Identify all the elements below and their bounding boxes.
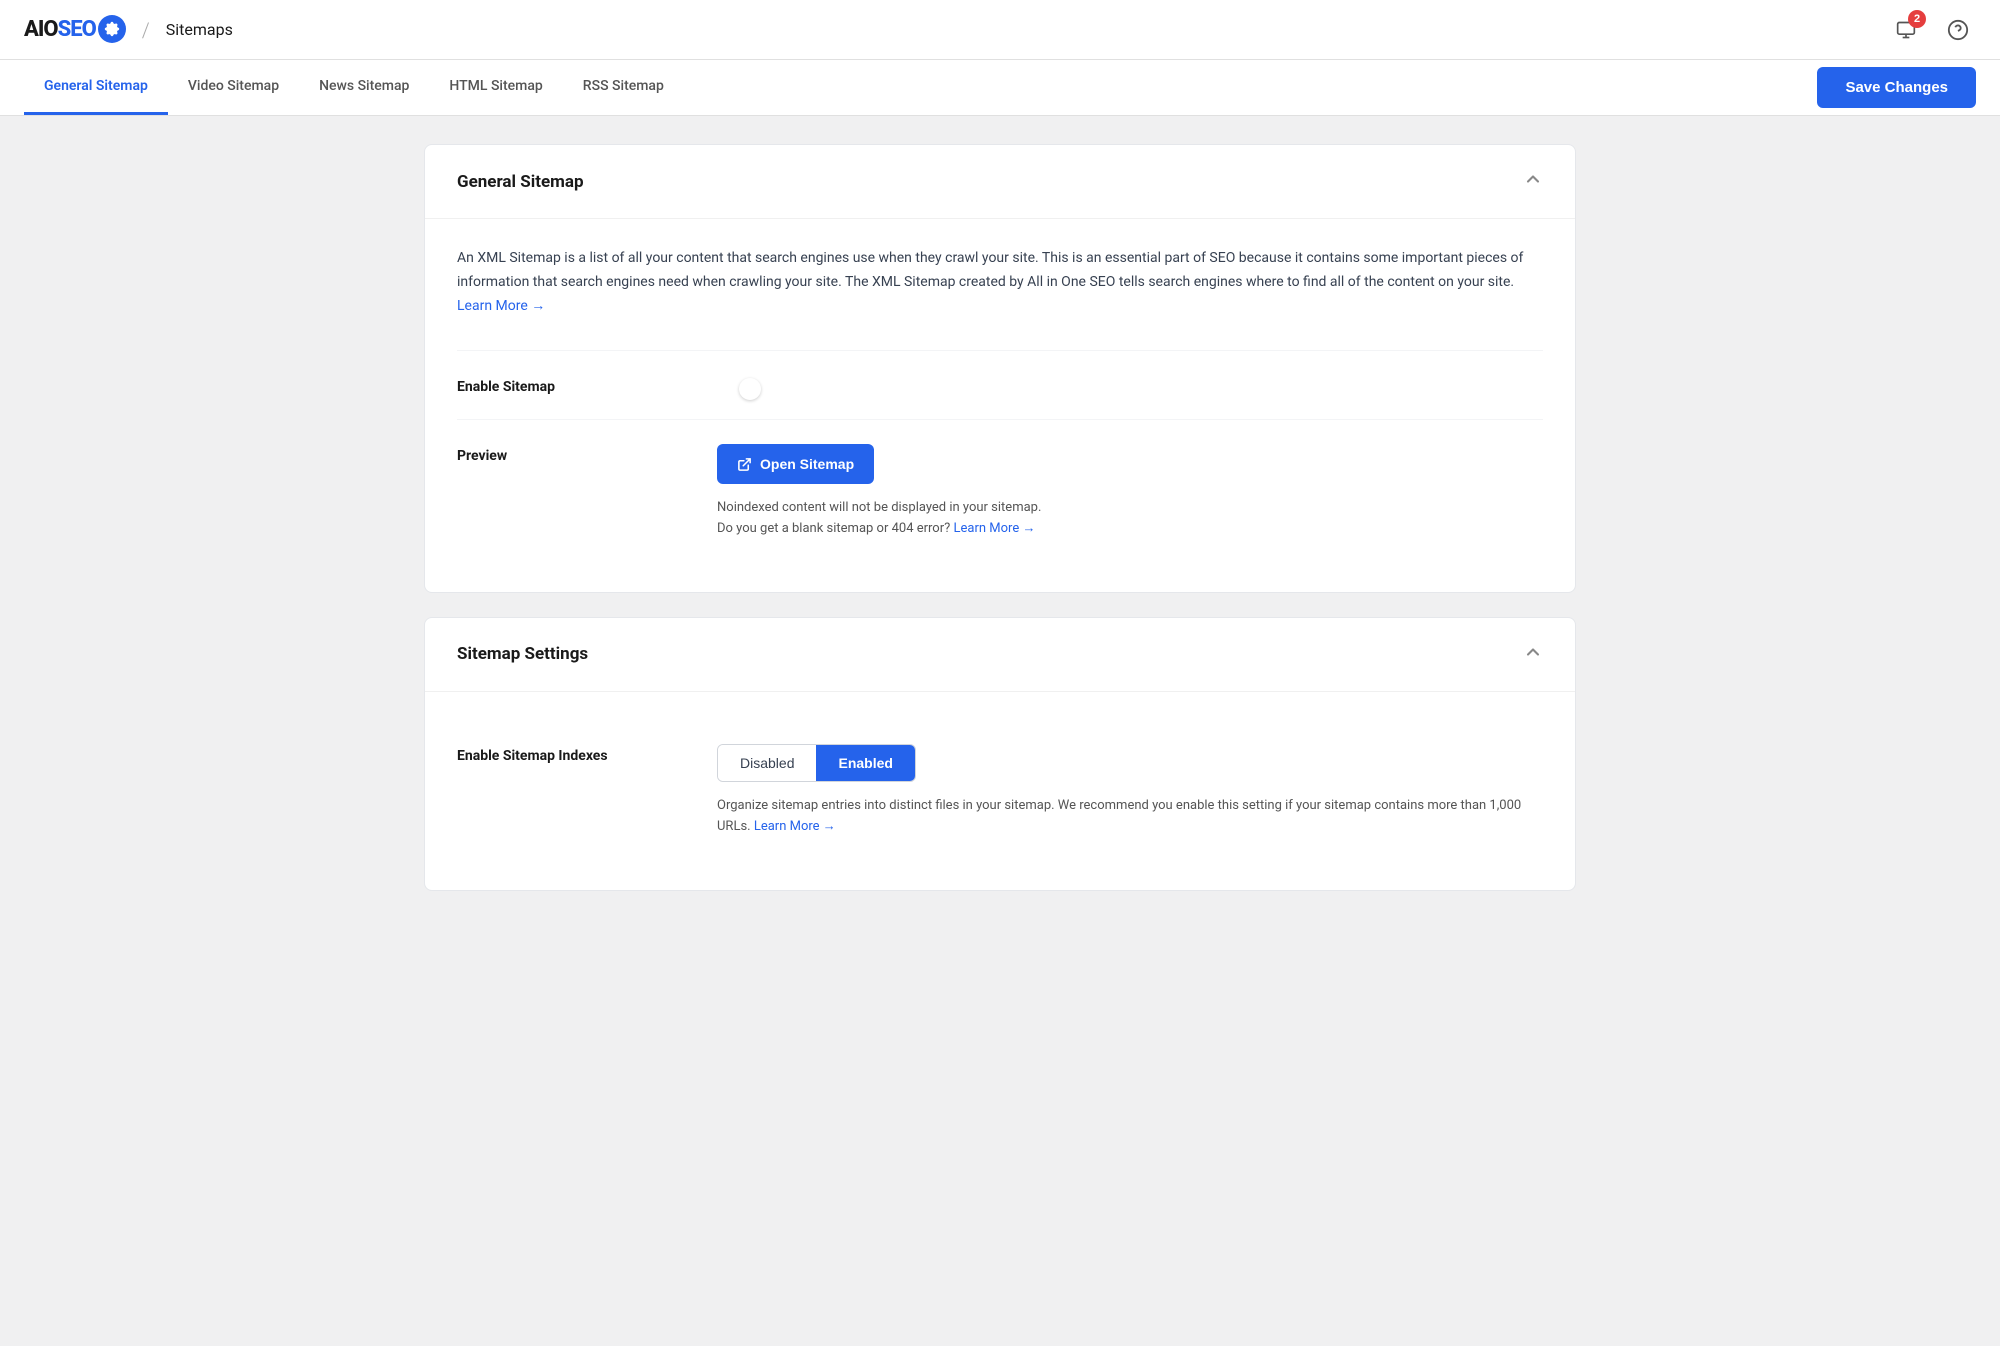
preview-note-1: Noindexed content will not be displayed … [717,498,1543,519]
logo-gear-icon [103,20,121,38]
indexes-disabled-button[interactable]: Disabled [718,745,816,781]
logo-icon [98,15,126,43]
preview-label: Preview [457,444,717,464]
enable-sitemap-label: Enable Sitemap [457,375,717,395]
sitemap-indexes-btn-group: Disabled Enabled [717,744,916,782]
tabs-bar: General Sitemap Video Sitemap News Sitem… [0,60,2000,116]
main-content: General Sitemap An XML Sitemap is a list… [400,116,1600,943]
enable-sitemap-indexes-label: Enable Sitemap Indexes [457,744,717,764]
general-sitemap-card-header: General Sitemap [425,145,1575,219]
preview-row: Preview Open Sitemap Noindexed content w… [457,419,1543,564]
tab-html-sitemap[interactable]: HTML Sitemap [429,60,562,115]
preview-note-2-text: Do you get a blank sitemap or 404 error? [717,521,950,536]
general-sitemap-card-title: General Sitemap [457,172,584,192]
tabs-list: General Sitemap Video Sitemap News Sitem… [24,60,684,115]
open-sitemap-button-label: Open Sitemap [760,456,854,472]
indexes-description-text: Organize sitemap entries into distinct f… [717,798,1521,834]
sitemap-settings-card-body: Enable Sitemap Indexes Disabled Enabled … [425,692,1575,890]
top-bar-right: 2 [1888,12,1976,48]
help-icon [1947,19,1969,41]
help-button[interactable] [1940,12,1976,48]
breadcrumb-separator: / [142,18,150,42]
tab-news-sitemap[interactable]: News Sitemap [299,60,429,115]
top-bar: AIOSEO / Sitemaps 2 [0,0,2000,60]
preview-notes: Noindexed content will not be displayed … [717,498,1543,540]
general-sitemap-description: An XML Sitemap is a list of all your con… [457,247,1543,318]
tab-video-sitemap[interactable]: Video Sitemap [168,60,299,115]
open-sitemap-button[interactable]: Open Sitemap [717,444,874,484]
general-sitemap-card-body: An XML Sitemap is a list of all your con… [425,219,1575,592]
enable-sitemap-row: Enable Sitemap [457,350,1543,419]
sitemap-settings-card-header: Sitemap Settings [425,618,1575,692]
notifications-button[interactable]: 2 [1888,12,1924,48]
preview-control: Open Sitemap Noindexed content will not … [717,444,1543,540]
sitemap-settings-card: Sitemap Settings Enable Sitemap Indexes … [424,617,1576,891]
enable-sitemap-indexes-control: Disabled Enabled Organize sitemap entrie… [717,744,1543,838]
tab-general-sitemap[interactable]: General Sitemap [24,60,168,115]
preview-note-2: Do you get a blank sitemap or 404 error?… [717,519,1543,540]
logo-aio-text: AIO [24,17,58,42]
indexes-setting-description: Organize sitemap entries into distinct f… [717,796,1543,838]
sitemap-settings-card-title: Sitemap Settings [457,644,588,664]
general-sitemap-card: General Sitemap An XML Sitemap is a list… [424,144,1576,593]
tab-rss-sitemap[interactable]: RSS Sitemap [563,60,684,115]
general-sitemap-description-text: An XML Sitemap is a list of all your con… [457,250,1523,290]
collapse-sitemap-settings-icon[interactable] [1523,642,1543,667]
breadcrumb-title: Sitemaps [166,20,233,39]
top-bar-left: AIOSEO / Sitemaps [24,16,233,44]
logo: AIOSEO [24,16,126,44]
general-sitemap-learn-more-link[interactable]: Learn More → [457,298,545,314]
enable-sitemap-control [717,375,1543,391]
save-changes-button[interactable]: Save Changes [1817,67,1976,108]
logo-seo-text: SEO [58,17,96,42]
enable-sitemap-indexes-row: Enable Sitemap Indexes Disabled Enabled … [457,720,1543,862]
indexes-learn-more-link[interactable]: Learn More → [754,819,836,834]
indexes-enabled-button[interactable]: Enabled [816,745,914,781]
external-link-icon [737,457,752,472]
notification-badge: 2 [1908,10,1926,28]
collapse-general-sitemap-icon[interactable] [1523,169,1543,194]
preview-learn-more-link[interactable]: Learn More → [954,521,1036,536]
